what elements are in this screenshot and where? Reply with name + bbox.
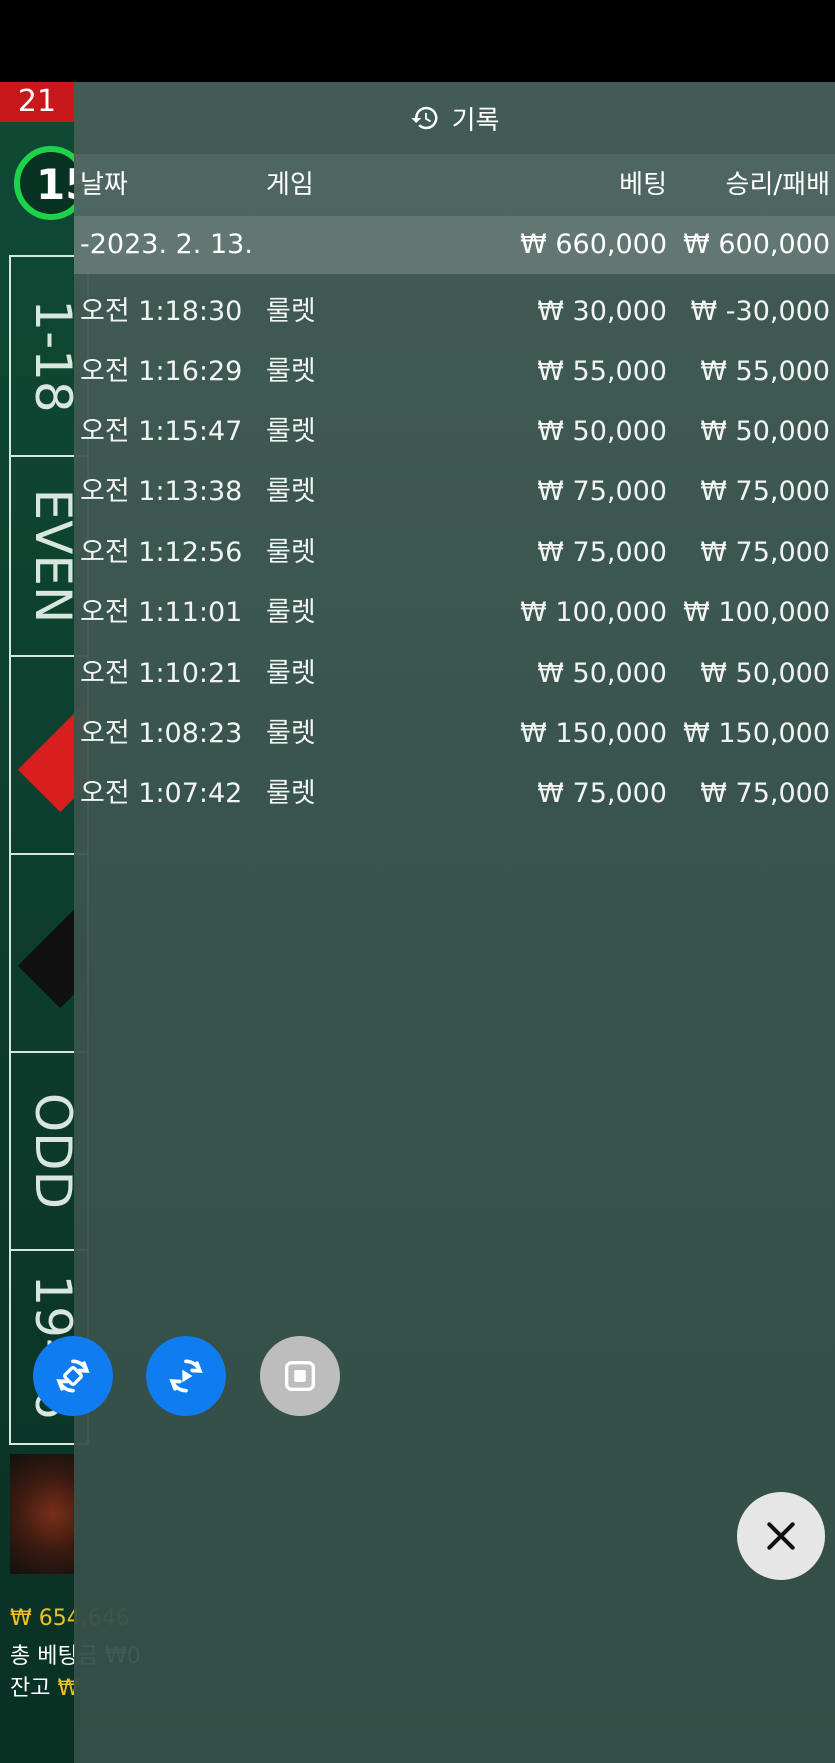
- history-title: 기록: [451, 105, 500, 136]
- remaining-label: 잔고: [10, 1676, 51, 1701]
- row-time: 오전 1:13:38: [80, 476, 243, 507]
- row-game: 룰렛: [266, 658, 316, 689]
- row-bet: ₩ 55,000: [537, 356, 667, 387]
- row-game: 룰렛: [266, 537, 316, 568]
- row-win: ₩ 150,000: [683, 718, 830, 749]
- stop-button[interactable]: [260, 1336, 340, 1416]
- history-row[interactable]: 오전 1:13:38 룰렛 ₩ 75,000 ₩ 75,000: [74, 462, 835, 522]
- row-time: 오전 1:12:56: [80, 537, 243, 568]
- row-bet: ₩ 150,000: [520, 718, 667, 749]
- row-bet: ₩ 75,000: [537, 537, 667, 568]
- autoplay-icon: [56, 1359, 90, 1393]
- row-win: ₩ 75,000: [700, 476, 830, 507]
- row-time: 오전 1:16:29: [80, 356, 243, 387]
- history-row[interactable]: 오전 1:12:56 룰렛 ₩ 75,000 ₩ 75,000: [74, 523, 835, 583]
- row-win: ₩ 100,000: [683, 597, 830, 628]
- row-game: 룰렛: [266, 476, 316, 507]
- replay-icon: [169, 1359, 203, 1393]
- row-game: 룰렛: [266, 296, 316, 327]
- date-group-date: -2023. 2. 13.: [80, 229, 253, 260]
- row-time: 오전 1:10:21: [80, 658, 243, 689]
- history-panel: 기록 날짜 게임 베팅 승리/패배 -2023. 2. 13. ₩ 660,00…: [74, 82, 835, 1763]
- row-bet: ₩ 75,000: [537, 778, 667, 809]
- col-date: 날짜: [80, 170, 128, 200]
- row-game: 룰렛: [266, 597, 316, 628]
- row-bet: ₩ 50,000: [537, 416, 667, 447]
- history-table-header: 날짜 게임 베팅 승리/패배: [74, 154, 835, 216]
- remaining-balance-line: 잔고 ₩: [10, 1670, 79, 1702]
- row-game: 룰렛: [266, 356, 316, 387]
- row-time: 오전 1:18:30: [80, 296, 243, 327]
- last-result-number: 21: [0, 82, 74, 122]
- row-win: ₩ 75,000: [700, 778, 830, 809]
- row-win: ₩ 50,000: [700, 416, 830, 447]
- row-bet: ₩ 50,000: [537, 658, 667, 689]
- autoplay-button[interactable]: [33, 1336, 113, 1416]
- history-row[interactable]: 오전 1:16:29 룰렛 ₩ 55,000 ₩ 55,000: [74, 342, 835, 402]
- row-game: 룰렛: [266, 718, 316, 749]
- row-win: ₩ -30,000: [690, 296, 831, 327]
- close-history-button[interactable]: [737, 1492, 825, 1580]
- row-time: 오전 1:08:23: [80, 718, 243, 749]
- history-row[interactable]: 오전 1:11:01 룰렛 ₩ 100,000 ₩ 100,000: [74, 583, 835, 643]
- history-row[interactable]: 오전 1:10:21 룰렛 ₩ 50,000 ₩ 50,000: [74, 644, 835, 704]
- row-bet: ₩ 30,000: [537, 296, 667, 327]
- row-time: 오전 1:07:42: [80, 778, 243, 809]
- row-win: ₩ 75,000: [700, 537, 830, 568]
- col-game: 게임: [266, 170, 314, 200]
- status-bar: [0, 0, 835, 82]
- row-time: 오전 1:11:01: [80, 597, 243, 628]
- history-row[interactable]: 오전 1:15:47 룰렛 ₩ 50,000 ₩ 50,000: [74, 402, 835, 462]
- date-group-row[interactable]: -2023. 2. 13. ₩ 660,000 ₩ 600,000: [74, 216, 835, 274]
- history-row[interactable]: 오전 1:07:42 룰렛 ₩ 75,000 ₩ 75,000: [74, 764, 835, 824]
- col-bet: 베팅: [619, 170, 667, 200]
- row-bet: ₩ 100,000: [520, 597, 667, 628]
- roulette-wheel-thumbnail[interactable]: [10, 1454, 82, 1574]
- date-group-bet-total: ₩ 660,000: [520, 229, 667, 260]
- history-header: 기록: [74, 82, 835, 154]
- date-group-win-total: ₩ 600,000: [683, 229, 830, 260]
- row-time: 오전 1:15:47: [80, 416, 243, 447]
- row-win: ₩ 50,000: [700, 658, 830, 689]
- stop-icon: [285, 1361, 315, 1391]
- replay-bet-button[interactable]: [146, 1336, 226, 1416]
- close-icon: [767, 1522, 795, 1550]
- row-win: ₩ 55,000: [700, 356, 830, 387]
- history-row[interactable]: 오전 1:18:30 룰렛 ₩ 30,000 ₩ -30,000: [74, 282, 835, 342]
- row-bet: ₩ 75,000: [537, 476, 667, 507]
- row-game: 룰렛: [266, 778, 316, 809]
- history-row[interactable]: 오전 1:08:23 룰렛 ₩ 150,000 ₩ 150,000: [74, 704, 835, 764]
- history-icon: [410, 106, 438, 130]
- col-win-loss: 승리/패배: [725, 170, 830, 200]
- row-game: 룰렛: [266, 416, 316, 447]
